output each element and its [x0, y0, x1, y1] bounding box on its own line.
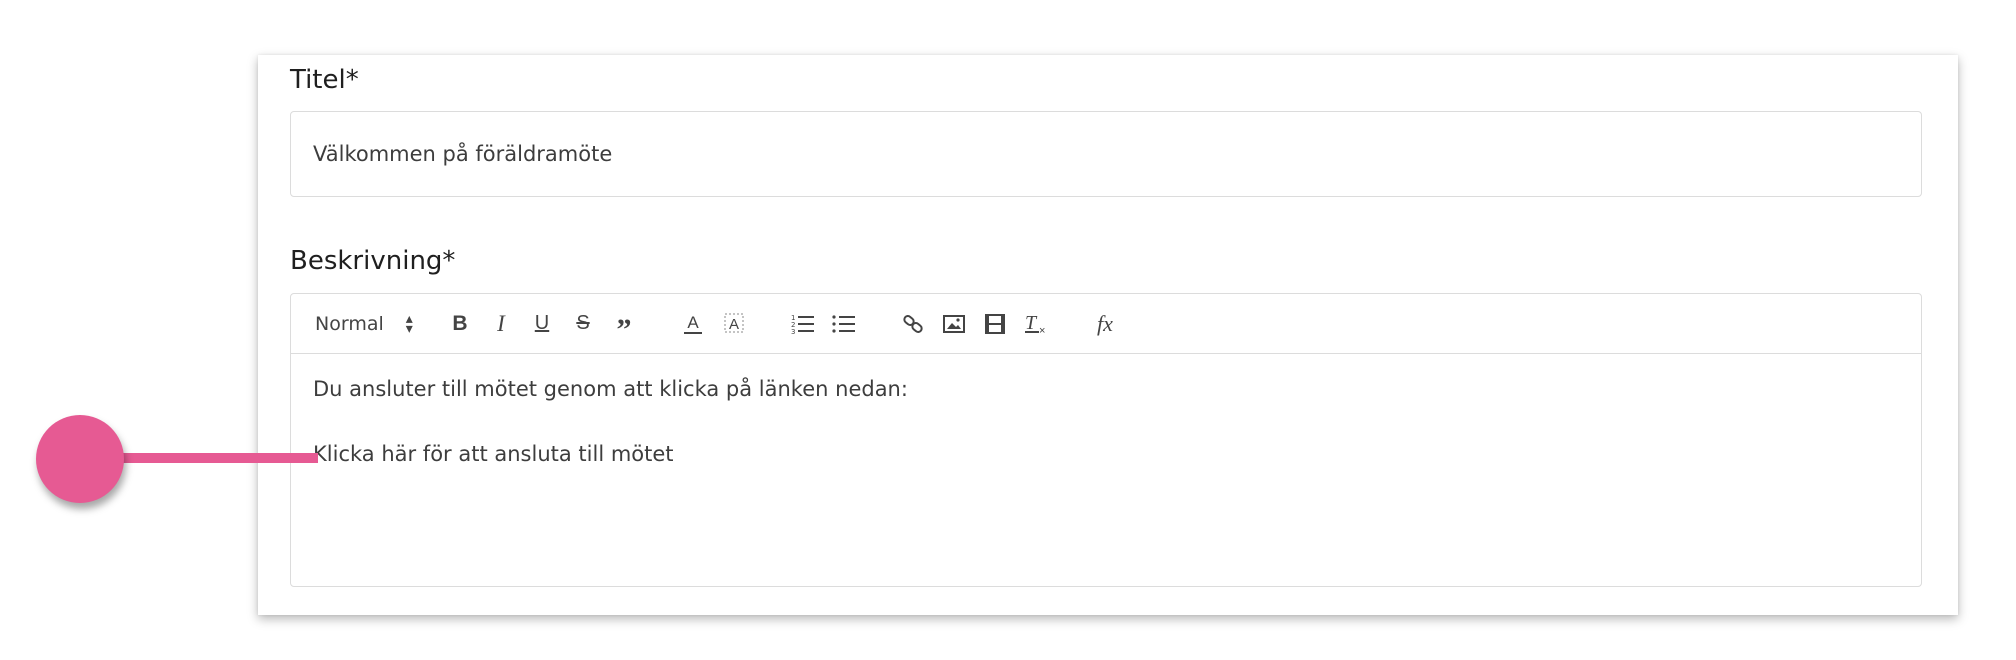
description-editor: Normal ▴ ▾ B I U S ” A A 1 2 3 T × fx Du…: [290, 293, 1922, 587]
title-input[interactable]: [290, 111, 1922, 197]
toolbar-group-text-style: B I U S ”: [445, 303, 650, 345]
select-arrows-icon: ▴ ▾: [405, 310, 413, 337]
quote-icon[interactable]: ”: [609, 303, 639, 345]
svg-text:×: ×: [1039, 325, 1045, 336]
video-icon[interactable]: [980, 309, 1010, 339]
toolbar-group-formula: fx: [1090, 309, 1131, 339]
formula-icon[interactable]: fx: [1090, 309, 1120, 339]
svg-text:T: T: [1025, 312, 1038, 334]
clear-format-icon[interactable]: T ×: [1021, 309, 1051, 339]
link-icon[interactable]: [898, 309, 928, 339]
format-select[interactable]: Normal ▴ ▾: [315, 310, 445, 337]
editor-content[interactable]: Du ansluter till mötet genom att klicka …: [291, 354, 1921, 489]
ordered-list-icon[interactable]: 1 2 3: [788, 309, 818, 339]
svg-text:A: A: [729, 316, 739, 333]
toolbar-group-lists: 1 2 3: [788, 309, 870, 339]
callout-line: [118, 453, 318, 463]
description-label: Beskrivning*: [290, 246, 456, 276]
callout-marker: [36, 415, 124, 503]
svg-text:A: A: [687, 313, 699, 332]
svg-text:3: 3: [791, 328, 795, 335]
background-color-icon[interactable]: A: [719, 309, 749, 339]
toolbar-group-media: T ×: [898, 309, 1062, 339]
image-icon[interactable]: [939, 309, 969, 339]
stage: Titel* Beskrivning* Normal ▴▾ B I U S ”: [0, 0, 2016, 660]
bullet-list-icon[interactable]: [829, 309, 859, 339]
form-card: Titel* Beskrivning* Normal ▴▾ B I U S ”: [258, 55, 1958, 615]
meeting-link-text[interactable]: Klicka här för att ansluta till mötet: [313, 439, 1899, 469]
editor-paragraph: Du ansluter till mötet genom att klicka …: [313, 377, 908, 401]
editor-toolbar: Normal ▴ ▾ B I U S ” A A 1 2 3 T × fx: [291, 294, 1921, 354]
title-label: Titel*: [290, 65, 359, 95]
italic-icon[interactable]: I: [486, 309, 516, 339]
bold-icon[interactable]: B: [445, 309, 475, 339]
format-select-value: Normal: [315, 312, 384, 335]
text-color-icon[interactable]: A: [678, 309, 708, 339]
underline-icon[interactable]: U: [527, 309, 557, 339]
toolbar-group-color: A A: [678, 309, 760, 339]
strike-icon[interactable]: S: [568, 309, 598, 339]
